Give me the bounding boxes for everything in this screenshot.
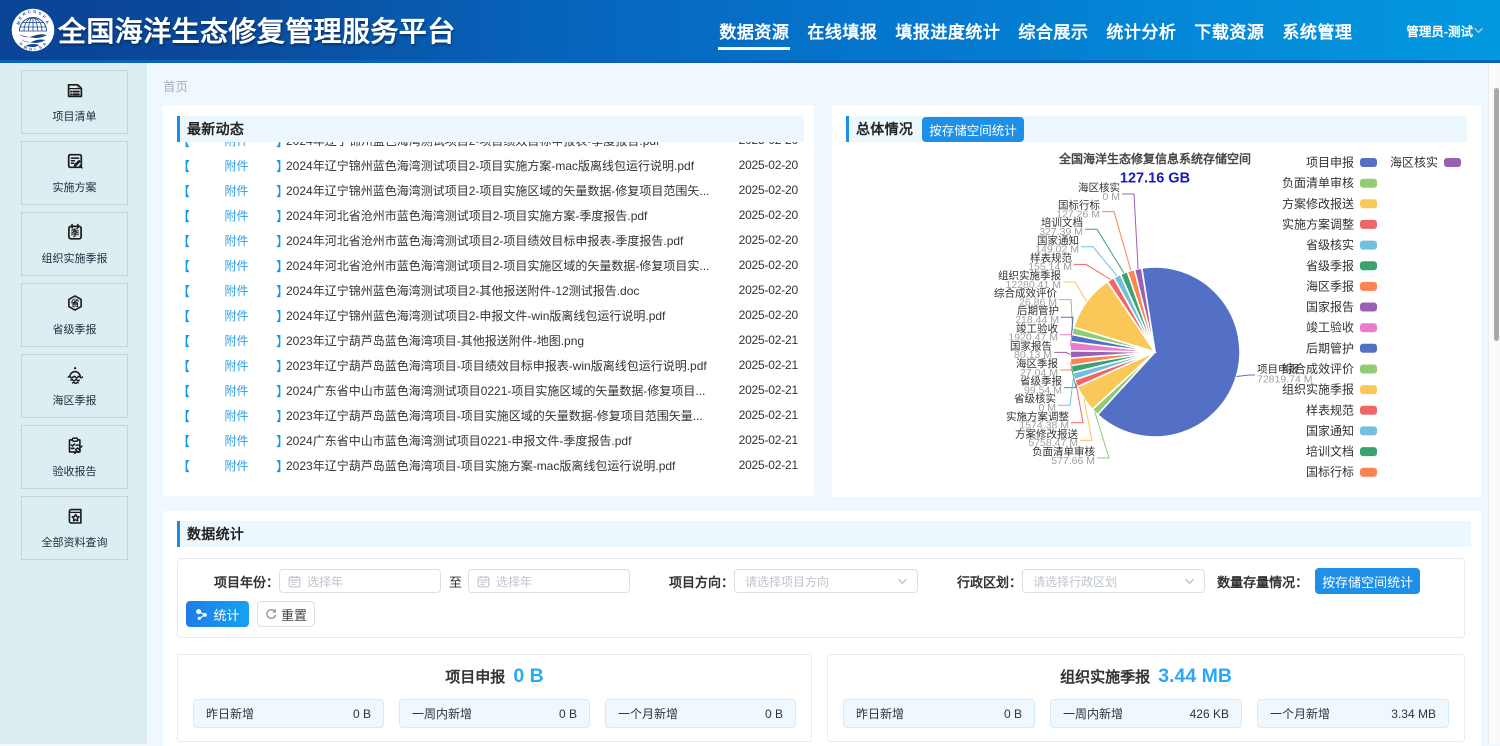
svg-text:省级核实: 省级核实 <box>1306 237 1354 252</box>
svg-text:国家报告: 国家报告 <box>1306 299 1354 314</box>
svg-text:海区季报: 海区季报 <box>1306 278 1354 293</box>
svg-text:省: 省 <box>69 297 79 308</box>
svg-text:样表规范: 样表规范 <box>1306 402 1354 417</box>
svg-text:项目申报: 项目申报 <box>1306 155 1354 170</box>
svg-text:后期管护: 后期管护 <box>1306 340 1354 355</box>
svg-text:综合成效评价: 综合成效评价 <box>1282 361 1354 376</box>
svg-text:0 M: 0 M <box>1102 191 1120 203</box>
svg-text:海区核实: 海区核实 <box>1390 155 1438 170</box>
svg-text:培训文档: 培训文档 <box>1306 444 1354 459</box>
svg-text:国标行标: 国标行标 <box>1306 465 1354 479</box>
svg-text:负面清单审核: 负面清单审核 <box>1282 175 1354 190</box>
svg-text:省级季报: 省级季报 <box>1306 258 1354 273</box>
svg-text:竣工验收: 竣工验收 <box>1306 320 1354 335</box>
svg-text:实施方案调整: 实施方案调整 <box>1282 216 1354 231</box>
svg-text:577.66 M: 577.66 M <box>1051 455 1095 467</box>
svg-text:127.16 GB: 127.16 GB <box>1120 171 1190 187</box>
svg-text:方案修改报送: 方案修改报送 <box>1282 196 1354 211</box>
svg-text:季: 季 <box>69 227 79 238</box>
svg-text:全国海洋生态修复信息系统存储空间: 全国海洋生态修复信息系统存储空间 <box>1058 151 1251 166</box>
svg-text:组织实施季报: 组织实施季报 <box>1282 382 1354 397</box>
svg-text:国家通知: 国家通知 <box>1306 423 1354 438</box>
